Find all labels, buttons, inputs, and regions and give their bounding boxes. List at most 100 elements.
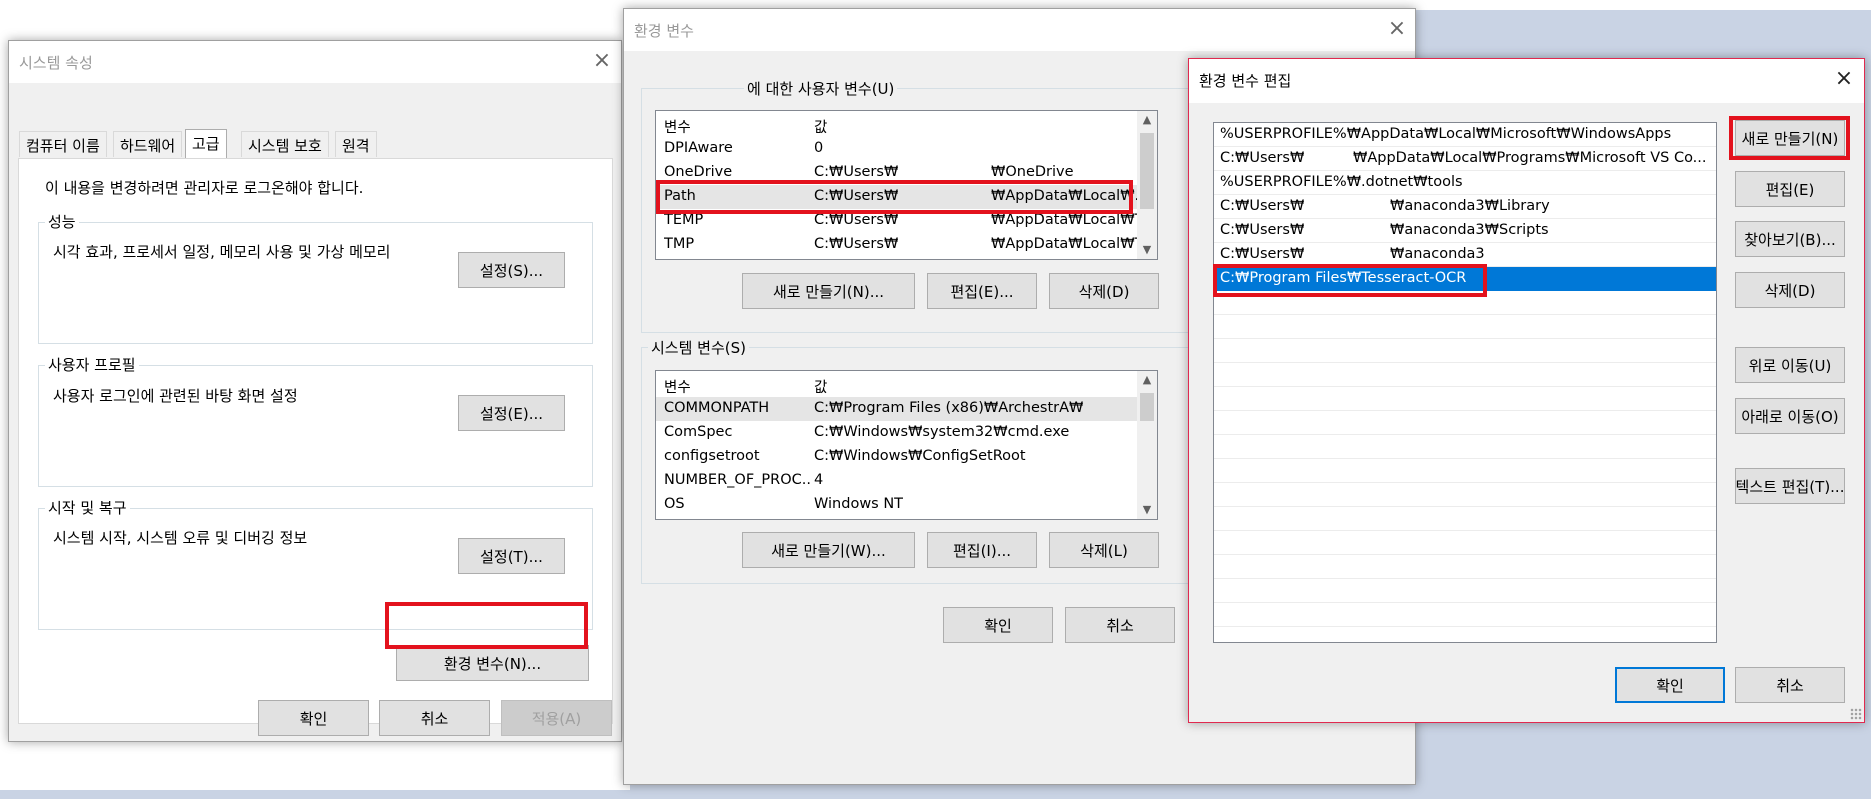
- path-entry: C:₩Users₩: [1220, 198, 1305, 214]
- system-properties-title: 시스템 속성: [19, 54, 93, 72]
- apply-button[interactable]: 적용(A): [501, 700, 612, 736]
- cancel-button[interactable]: 취소: [1065, 607, 1175, 643]
- table-row[interactable]: OS Windows NT: [656, 493, 1137, 517]
- list-item[interactable]: C:₩Users₩ ₩anaconda3₩Library: [1214, 195, 1716, 219]
- user-delete-button[interactable]: 삭제(D): [1049, 273, 1159, 309]
- scroll-up-icon[interactable]: ▲: [1137, 371, 1157, 389]
- resize-grip-icon[interactable]: [1850, 708, 1862, 720]
- table-row[interactable]: DPIAware 0: [656, 137, 1137, 161]
- list-item[interactable]: [1214, 435, 1716, 459]
- list-item[interactable]: [1214, 459, 1716, 483]
- column-header-variable[interactable]: 변수: [664, 116, 691, 137]
- user-variables-label: 에 대한 사용자 변수(U): [744, 78, 898, 99]
- column-header-variable[interactable]: 변수: [664, 376, 691, 397]
- close-icon[interactable]: ×: [1384, 17, 1410, 43]
- user-edit-button[interactable]: 편집(E)...: [927, 273, 1037, 309]
- column-header-value[interactable]: 값: [814, 376, 827, 397]
- ok-button[interactable]: 확인: [258, 700, 369, 736]
- list-item[interactable]: [1214, 387, 1716, 411]
- table-row[interactable]: ComSpec C:₩Windows₩system32₩cmd.exe: [656, 421, 1137, 445]
- cancel-button[interactable]: 취소: [1735, 667, 1845, 703]
- browse-button[interactable]: 찾아보기(B)...: [1735, 221, 1845, 257]
- path-list[interactable]: %USERPROFILE%₩AppData₩Local₩Microsoft₩Wi…: [1213, 122, 1717, 643]
- path-entry: C:₩Users₩: [1220, 246, 1305, 262]
- list-item[interactable]: [1214, 555, 1716, 579]
- move-up-button[interactable]: 위로 이동(U): [1735, 347, 1845, 383]
- performance-label: 성능: [45, 211, 79, 232]
- variable-value: C:₩Windows₩system32₩cmd.exe: [814, 424, 1070, 440]
- list-item[interactable]: [1214, 603, 1716, 627]
- list-item[interactable]: [1214, 579, 1716, 603]
- variable-name: Path: [664, 188, 696, 204]
- table-row[interactable]: NUMBER_OF_PROC... 4: [656, 469, 1137, 493]
- list-item[interactable]: [1214, 483, 1716, 507]
- list-item[interactable]: C:₩Users₩ ₩anaconda3₩Scripts: [1214, 219, 1716, 243]
- scroll-thumb[interactable]: [1140, 393, 1154, 421]
- path-entry-tail: ₩anaconda3₩Library: [1390, 198, 1550, 214]
- system-delete-button[interactable]: 삭제(L): [1049, 532, 1159, 568]
- list-item[interactable]: [1214, 411, 1716, 435]
- variable-name: COMMONPATH: [664, 400, 770, 416]
- list-item[interactable]: %USERPROFILE%₩.dotnet₩tools: [1214, 171, 1716, 195]
- table-row[interactable]: TEMP C:₩Users₩ ₩AppData₩Local₩T...: [656, 209, 1156, 233]
- move-down-button[interactable]: 아래로 이동(O): [1735, 398, 1845, 434]
- close-icon[interactable]: ×: [1831, 67, 1857, 93]
- user-variables-scrollbar[interactable]: ▲ ▼: [1137, 111, 1157, 259]
- list-item[interactable]: [1214, 315, 1716, 339]
- ok-button[interactable]: 확인: [943, 607, 1053, 643]
- table-row[interactable]: TMP C:₩Users₩ ₩AppData₩Local₩T...: [656, 233, 1156, 257]
- system-properties-titlebar: 시스템 속성 ×: [9, 41, 621, 83]
- variable-name: TMP: [664, 236, 695, 252]
- scroll-down-icon[interactable]: ▼: [1137, 501, 1157, 519]
- variable-value: 0: [814, 140, 824, 156]
- variable-name: ComSpec: [664, 424, 733, 440]
- table-row[interactable]: OneDrive C:₩Users₩ ₩OneDrive: [656, 161, 1137, 185]
- table-row[interactable]: Path C:₩Users₩ ₩AppData₩Local₩...: [656, 185, 1148, 209]
- table-row[interactable]: COMMONPATH C:₩Program Files (x86)₩Arches…: [656, 397, 1137, 421]
- variable-value: C:₩Windows₩ConfigSetRoot: [814, 448, 1026, 464]
- system-variables-list[interactable]: 변수 값 COMMONPATH C:₩Program Files (x86)₩A…: [655, 370, 1158, 520]
- system-properties-window: 시스템 속성 × 컴퓨터 이름 하드웨어 고급 시스템 보호 원격 이 내용을 …: [8, 40, 622, 742]
- list-item[interactable]: [1214, 291, 1716, 315]
- system-variables-label: 시스템 변수(S): [648, 337, 749, 358]
- tab-computer-name[interactable]: 컴퓨터 이름: [19, 131, 107, 157]
- user-new-button[interactable]: 새로 만들기(N)...: [742, 273, 915, 309]
- list-item[interactable]: C:₩Users₩ ₩AppData₩Local₩Programs₩Micros…: [1214, 147, 1716, 171]
- ok-button[interactable]: 확인: [1615, 667, 1725, 703]
- user-profile-settings-button[interactable]: 설정(E)...: [458, 395, 565, 431]
- tab-remote[interactable]: 원격: [335, 131, 377, 157]
- tab-advanced[interactable]: 고급: [185, 129, 227, 159]
- user-profile-label: 사용자 프로필: [45, 354, 139, 375]
- environment-variables-button[interactable]: 환경 변수(N)...: [396, 645, 589, 681]
- scroll-up-icon[interactable]: ▲: [1137, 111, 1157, 129]
- system-variables-scrollbar[interactable]: ▲ ▼: [1137, 371, 1157, 519]
- cancel-button[interactable]: 취소: [379, 700, 490, 736]
- startup-recovery-settings-button[interactable]: 설정(T)...: [458, 538, 565, 574]
- user-variables-list[interactable]: 변수 값 DPIAware 0 OneDrive C:₩Users₩ ₩OneD…: [655, 110, 1158, 260]
- list-item[interactable]: [1214, 339, 1716, 363]
- list-item[interactable]: [1214, 531, 1716, 555]
- path-entry: C:₩Users₩: [1220, 150, 1305, 166]
- list-item[interactable]: %USERPROFILE%₩AppData₩Local₩Microsoft₩Wi…: [1214, 123, 1716, 147]
- list-item[interactable]: [1214, 363, 1716, 387]
- edit-text-button[interactable]: 텍스트 편집(T)...: [1735, 468, 1845, 504]
- new-button[interactable]: 새로 만들기(N): [1735, 120, 1845, 156]
- column-header-value[interactable]: 값: [814, 116, 827, 137]
- tab-system-protection[interactable]: 시스템 보호: [241, 131, 329, 157]
- list-item[interactable]: [1214, 507, 1716, 531]
- scroll-thumb[interactable]: [1140, 133, 1154, 209]
- edit-environment-variable-title: 환경 변수 편집: [1199, 72, 1292, 90]
- edit-button[interactable]: 편집(E): [1735, 171, 1845, 207]
- system-edit-button[interactable]: 편집(I)...: [927, 532, 1037, 568]
- path-entry-tail: ₩AppData₩Local₩Programs₩Microsoft VS Co.…: [1353, 150, 1707, 166]
- system-new-button[interactable]: 새로 만들기(W)...: [742, 532, 915, 568]
- delete-button[interactable]: 삭제(D): [1735, 272, 1845, 308]
- close-icon[interactable]: ×: [589, 49, 615, 75]
- list-item-selected[interactable]: C:₩Program Files₩Tesseract-OCR: [1214, 267, 1716, 291]
- performance-settings-button[interactable]: 설정(S)...: [458, 252, 565, 288]
- table-row[interactable]: configsetroot C:₩Windows₩ConfigSetRoot: [656, 445, 1137, 469]
- variable-value-tail: ₩AppData₩Local₩T...: [991, 236, 1156, 252]
- tab-hardware[interactable]: 하드웨어: [113, 131, 183, 157]
- scroll-down-icon[interactable]: ▼: [1137, 241, 1157, 259]
- list-item[interactable]: C:₩Users₩ ₩anaconda3: [1214, 243, 1716, 267]
